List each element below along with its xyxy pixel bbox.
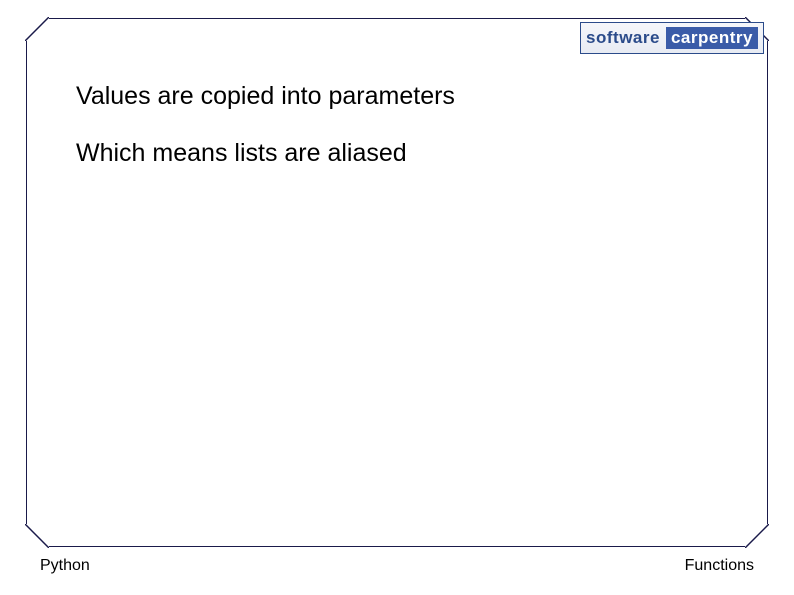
footer-right: Functions (685, 557, 754, 575)
footer-left: Python (40, 557, 90, 575)
content-line-1: Values are copied into parameters (76, 82, 734, 111)
corner-cut-tl (25, 17, 49, 41)
corner-cut-br (745, 524, 769, 548)
logo-word-software: software (586, 28, 660, 48)
slide-content: Values are copied into parameters Which … (76, 82, 734, 196)
corner-cut-bl (25, 524, 49, 548)
logo-software-carpentry: software carpentry (580, 22, 764, 54)
logo-word-carpentry: carpentry (666, 27, 758, 49)
content-line-2: Which means lists are aliased (76, 139, 734, 168)
